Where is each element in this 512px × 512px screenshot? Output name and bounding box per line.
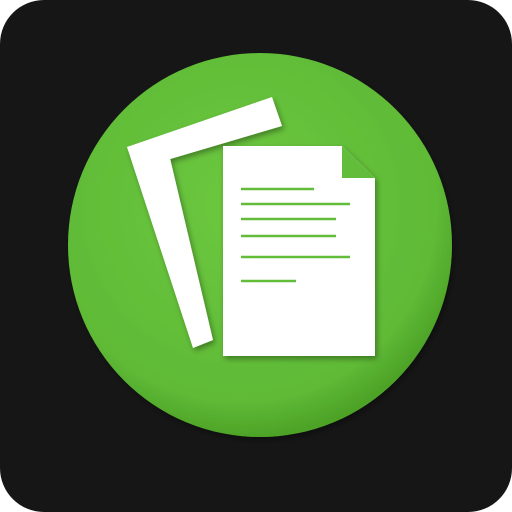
app-icon-graphic — [0, 0, 512, 512]
documents-app-icon[interactable] — [0, 0, 512, 512]
document-icon — [223, 146, 375, 356]
